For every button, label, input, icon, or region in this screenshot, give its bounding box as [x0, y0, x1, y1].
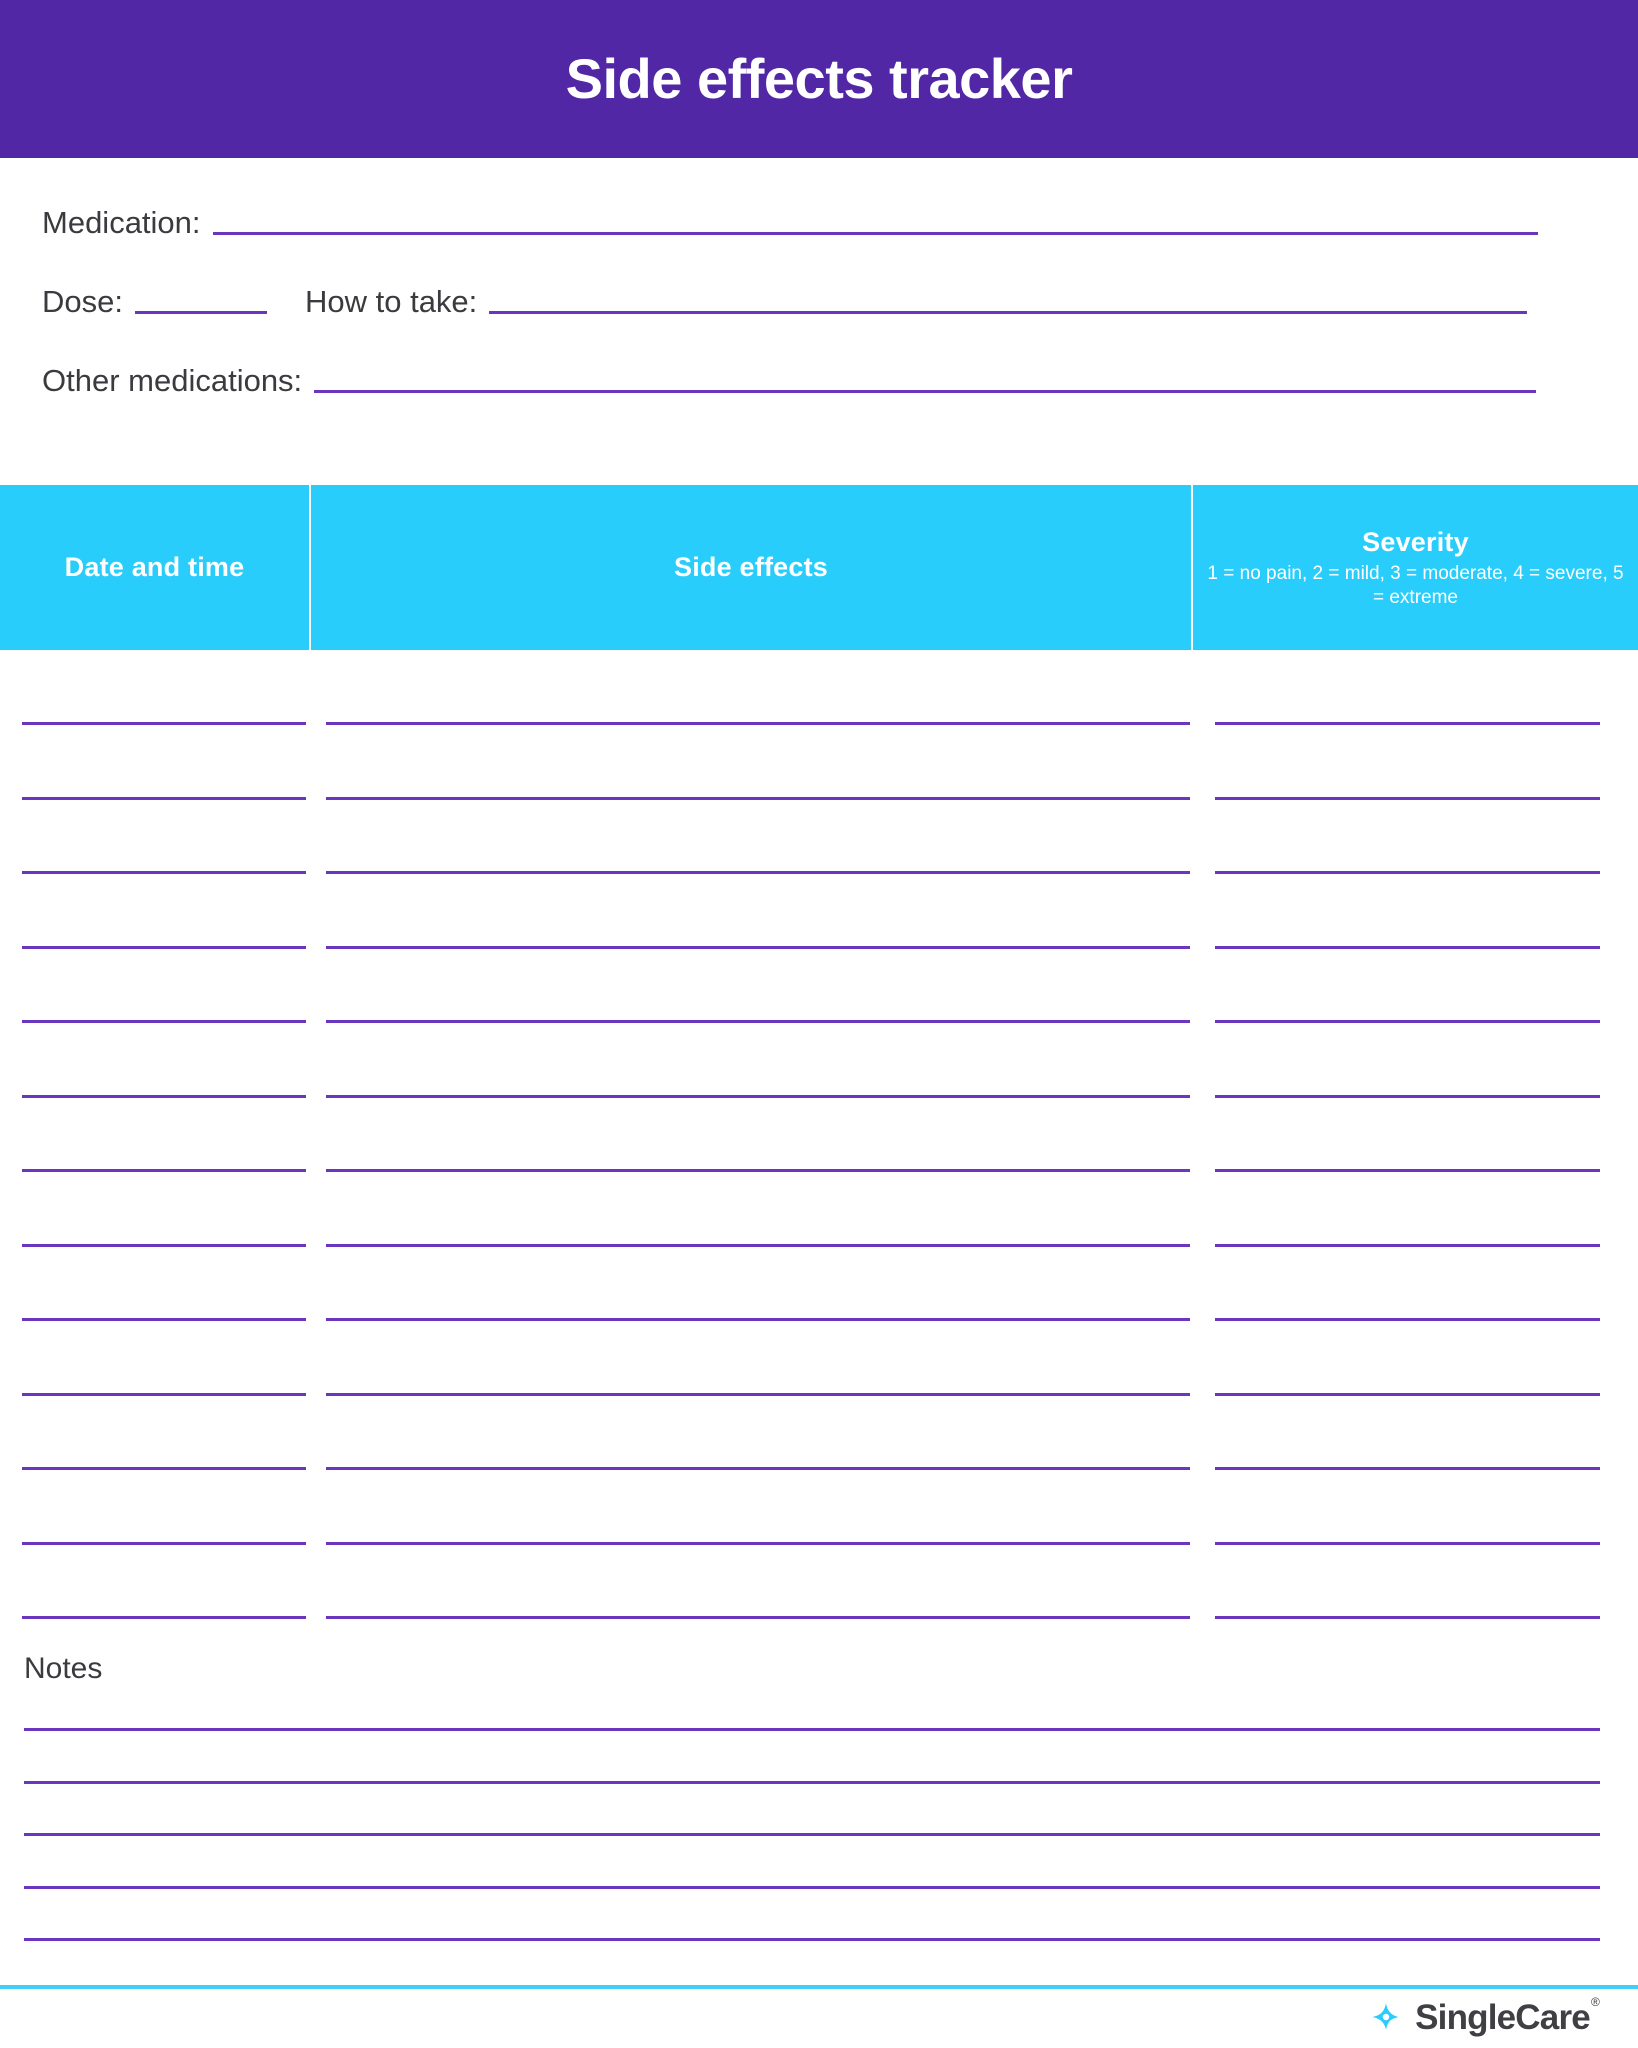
table-row — [0, 1467, 1638, 1471]
table-row — [0, 1020, 1638, 1024]
cell-date-and-time[interactable] — [22, 1094, 306, 1098]
singlecare-logo: SingleCare® — [1367, 1996, 1600, 2037]
cell-side-effects[interactable] — [326, 796, 1190, 800]
cell-severity[interactable] — [1215, 1020, 1600, 1023]
cell-side-effects[interactable] — [326, 1541, 1190, 1545]
column-header-severity: Severity 1 = no pain, 2 = mild, 3 = mode… — [1193, 485, 1638, 650]
cell-side-effects[interactable] — [326, 945, 1190, 949]
cell-side-effects[interactable] — [326, 1616, 1190, 1619]
other-medications-input[interactable] — [314, 384, 1537, 393]
cell-severity[interactable] — [1215, 1467, 1600, 1470]
how-to-take-input[interactable] — [489, 305, 1528, 314]
registered-trademark-symbol: ® — [1590, 1994, 1600, 2009]
cell-date-and-time[interactable] — [22, 1616, 306, 1619]
cell-side-effects[interactable] — [326, 1094, 1190, 1098]
cell-severity[interactable] — [1215, 1169, 1600, 1172]
table-row — [0, 796, 1638, 801]
column-header-date-and-time-label: Date and time — [64, 552, 245, 583]
notes-line[interactable] — [24, 1780, 1600, 1784]
singlecare-wordmark: SingleCare® — [1415, 1996, 1600, 2037]
cell-side-effects[interactable] — [326, 1467, 1190, 1470]
cell-severity[interactable] — [1215, 871, 1600, 874]
cell-date-and-time[interactable] — [22, 871, 306, 874]
notes-line[interactable] — [24, 1938, 1600, 1941]
table-row — [0, 871, 1638, 875]
form-row-dose: Dose: How to take: — [42, 284, 1528, 320]
notes-line[interactable] — [24, 1885, 1600, 1889]
cell-date-and-time[interactable] — [22, 1243, 306, 1247]
footer-divider — [0, 1985, 1638, 1989]
cell-side-effects[interactable] — [326, 1169, 1190, 1172]
cell-side-effects[interactable] — [326, 1243, 1190, 1247]
cell-severity[interactable] — [1215, 796, 1600, 800]
medication-input[interactable] — [212, 226, 1538, 235]
table-row — [0, 1318, 1638, 1322]
cell-side-effects[interactable] — [326, 871, 1190, 874]
cell-date-and-time[interactable] — [22, 722, 306, 725]
tracker-table-body — [0, 650, 1638, 1640]
tracker-table-header: Date and time Side effects Severity 1 = … — [0, 485, 1638, 650]
table-row — [0, 1169, 1638, 1173]
notes-line[interactable] — [24, 1728, 1600, 1731]
cell-side-effects[interactable] — [326, 722, 1190, 725]
form-row-other-medications: Other medications: — [42, 363, 1537, 399]
cell-severity[interactable] — [1215, 1616, 1600, 1619]
cell-date-and-time[interactable] — [22, 1318, 306, 1321]
column-header-side-effects-label: Side effects — [674, 552, 828, 583]
table-row — [0, 1094, 1638, 1099]
cell-side-effects[interactable] — [326, 1020, 1190, 1023]
table-row — [0, 945, 1638, 950]
cell-severity[interactable] — [1215, 945, 1600, 949]
cell-side-effects[interactable] — [326, 1318, 1190, 1321]
table-row — [0, 1243, 1638, 1248]
cell-severity[interactable] — [1215, 1392, 1600, 1396]
form-row-medication: Medication: — [42, 205, 1538, 241]
cell-severity[interactable] — [1215, 1094, 1600, 1098]
cell-date-and-time[interactable] — [22, 1467, 306, 1470]
table-row — [0, 722, 1638, 726]
cell-severity[interactable] — [1215, 1243, 1600, 1247]
column-header-side-effects: Side effects — [311, 485, 1191, 650]
other-medications-label: Other medications: — [42, 363, 303, 398]
medication-label: Medication: — [42, 205, 201, 240]
cell-date-and-time[interactable] — [22, 945, 306, 949]
cell-date-and-time[interactable] — [22, 1541, 306, 1545]
cell-date-and-time[interactable] — [22, 1169, 306, 1172]
cell-date-and-time[interactable] — [22, 796, 306, 800]
cell-severity[interactable] — [1215, 1541, 1600, 1545]
notes-line[interactable] — [24, 1833, 1600, 1836]
table-row — [0, 1392, 1638, 1397]
cell-severity[interactable] — [1215, 722, 1600, 725]
medication-info-form: Medication: Dose: How to take: Other med… — [0, 158, 1638, 485]
column-header-date-and-time: Date and time — [0, 485, 309, 650]
severity-scale-legend: 1 = no pain, 2 = mild, 3 = moderate, 4 =… — [1207, 562, 1624, 608]
cell-date-and-time[interactable] — [22, 1020, 306, 1023]
notes-section: Notes — [0, 1640, 1638, 1970]
singlecare-pinwheel-icon — [1372, 2003, 1399, 2030]
page-header-banner: Side effects tracker — [0, 0, 1638, 158]
table-row — [0, 1616, 1638, 1620]
cell-date-and-time[interactable] — [22, 1392, 306, 1396]
how-to-take-label: How to take: — [304, 284, 478, 319]
cell-side-effects[interactable] — [326, 1392, 1190, 1396]
column-header-severity-label: Severity — [1362, 526, 1469, 557]
dose-label: Dose: — [42, 284, 123, 319]
table-row — [0, 1541, 1638, 1546]
notes-heading: Notes — [24, 1652, 103, 1685]
singlecare-brand-name: SingleCare — [1415, 1997, 1591, 2037]
side-effects-tracker-page: Side effects tracker Medication: Dose: H… — [0, 0, 1638, 2048]
cell-severity[interactable] — [1215, 1318, 1600, 1321]
dose-input[interactable] — [134, 305, 267, 314]
page-title: Side effects tracker — [565, 47, 1073, 110]
